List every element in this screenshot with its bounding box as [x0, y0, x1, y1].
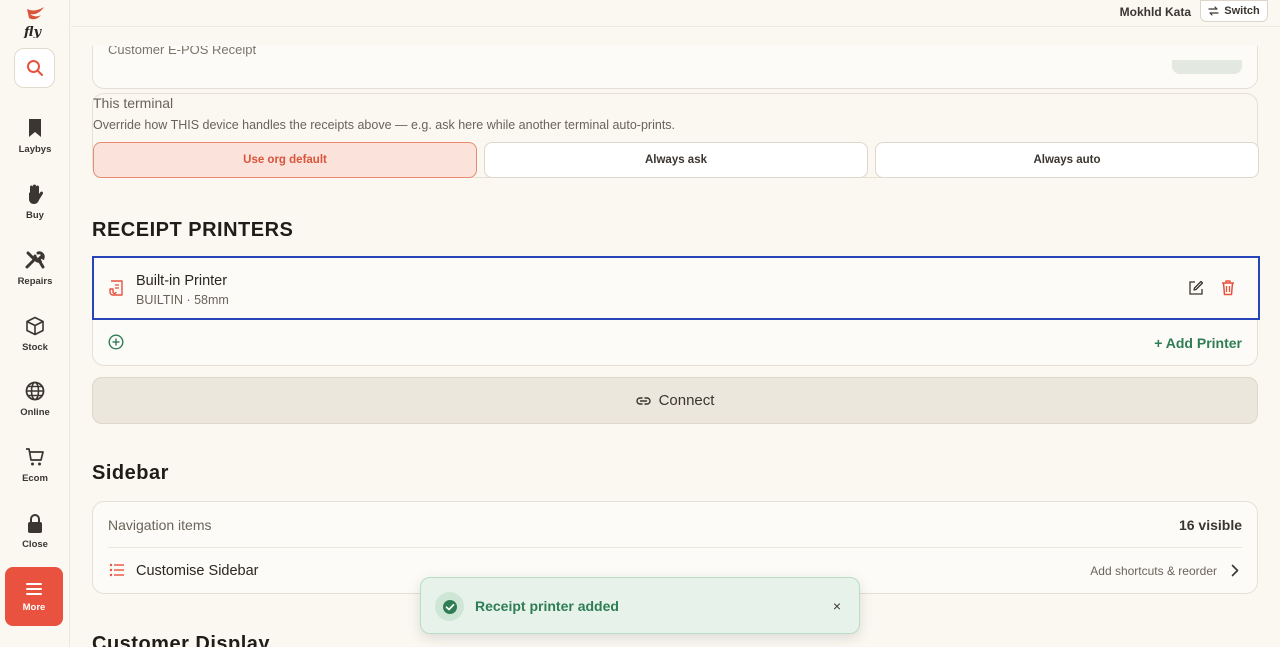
list-icon — [109, 563, 125, 582]
terminal-override-card: This terminal Override how THIS device h… — [92, 93, 1259, 178]
delete-icon[interactable] — [1220, 279, 1236, 301]
rail-item-ecom[interactable]: Ecom — [0, 442, 70, 494]
rail-item-online[interactable]: Online — [0, 376, 70, 428]
tools-icon — [24, 249, 46, 271]
printer-row[interactable]: Built-in Printer BUILTIN · 58mm — [92, 256, 1260, 320]
option-use-org-default[interactable]: Use org default — [93, 142, 477, 178]
receipt-option-card: Customer E-POS Receipt — [92, 46, 1258, 89]
bookmark-icon — [24, 117, 46, 139]
option-always-ask[interactable]: Always ask — [484, 142, 868, 178]
rail-item-laybys[interactable]: Laybys — [0, 113, 70, 165]
swap-icon — [1208, 6, 1219, 16]
edit-icon[interactable] — [1188, 280, 1204, 301]
connect-button[interactable]: Connect — [92, 377, 1258, 424]
cart-icon — [24, 446, 46, 468]
rail-item-more[interactable]: More — [5, 567, 63, 626]
rail-item-repairs[interactable]: Repairs — [0, 245, 70, 297]
receipt-option-label: Customer E-POS Receipt — [108, 46, 257, 57]
customer-display-heading: Customer Display — [92, 633, 271, 647]
add-circle-icon[interactable] — [108, 334, 124, 355]
receipt-option-toggle[interactable] — [1172, 60, 1242, 74]
user-name: Mokhld Kata — [1119, 5, 1191, 19]
side-nav-rail: fly Laybys Buy Repairs Stock Online Ecom… — [0, 0, 70, 647]
add-printer-button[interactable]: + Add Printer — [1154, 335, 1242, 351]
rail-item-stock[interactable]: Stock — [0, 311, 70, 363]
terminal-title: This terminal — [93, 95, 174, 111]
rail-item-close[interactable]: Close — [0, 508, 70, 560]
lock-icon — [24, 512, 46, 534]
receipt-printers-card: Built-in Printer BUILTIN · 58mm + Add Pr… — [92, 256, 1260, 366]
receipt-printers-heading: RECEIPT PRINTERS — [92, 219, 294, 241]
customise-sidebar-hint: Add shortcuts & reorder — [1090, 564, 1217, 578]
globe-icon — [24, 380, 46, 402]
success-toast: Receipt printer added × — [420, 577, 860, 634]
search-button[interactable] — [14, 48, 55, 88]
top-bar: Mokhld Kata Switch — [71, 0, 1280, 27]
fly-logo[interactable]: fly — [19, 6, 49, 40]
divider — [108, 547, 1242, 548]
check-circle-icon — [435, 592, 464, 621]
sidebar-heading: Sidebar — [92, 462, 169, 484]
option-always-auto[interactable]: Always auto — [875, 142, 1259, 178]
printer-name: Built-in Printer — [136, 273, 228, 289]
svg-text:fly: fly — [23, 25, 42, 38]
link-icon — [635, 396, 651, 405]
navigation-items-label: Navigation items — [108, 517, 212, 533]
menu-icon — [26, 582, 42, 595]
visible-count: 16 visible — [1178, 517, 1242, 533]
chevron-right-icon[interactable] — [1231, 564, 1239, 582]
box-icon — [24, 315, 46, 337]
switch-user-button[interactable]: Switch — [1200, 0, 1268, 22]
hand-icon — [24, 183, 46, 205]
terminal-description: Override how THIS device handles the rec… — [93, 118, 676, 132]
search-icon — [26, 60, 43, 76]
close-icon[interactable]: × — [833, 598, 841, 614]
toast-message: Receipt printer added — [475, 598, 619, 614]
printer-meta: BUILTIN · 58mm — [136, 293, 229, 307]
logo-icon: fly — [23, 7, 44, 40]
rail-item-buy[interactable]: Buy — [0, 179, 70, 231]
receipt-icon — [107, 279, 125, 302]
customise-sidebar-button[interactable]: Customise Sidebar — [136, 563, 259, 579]
